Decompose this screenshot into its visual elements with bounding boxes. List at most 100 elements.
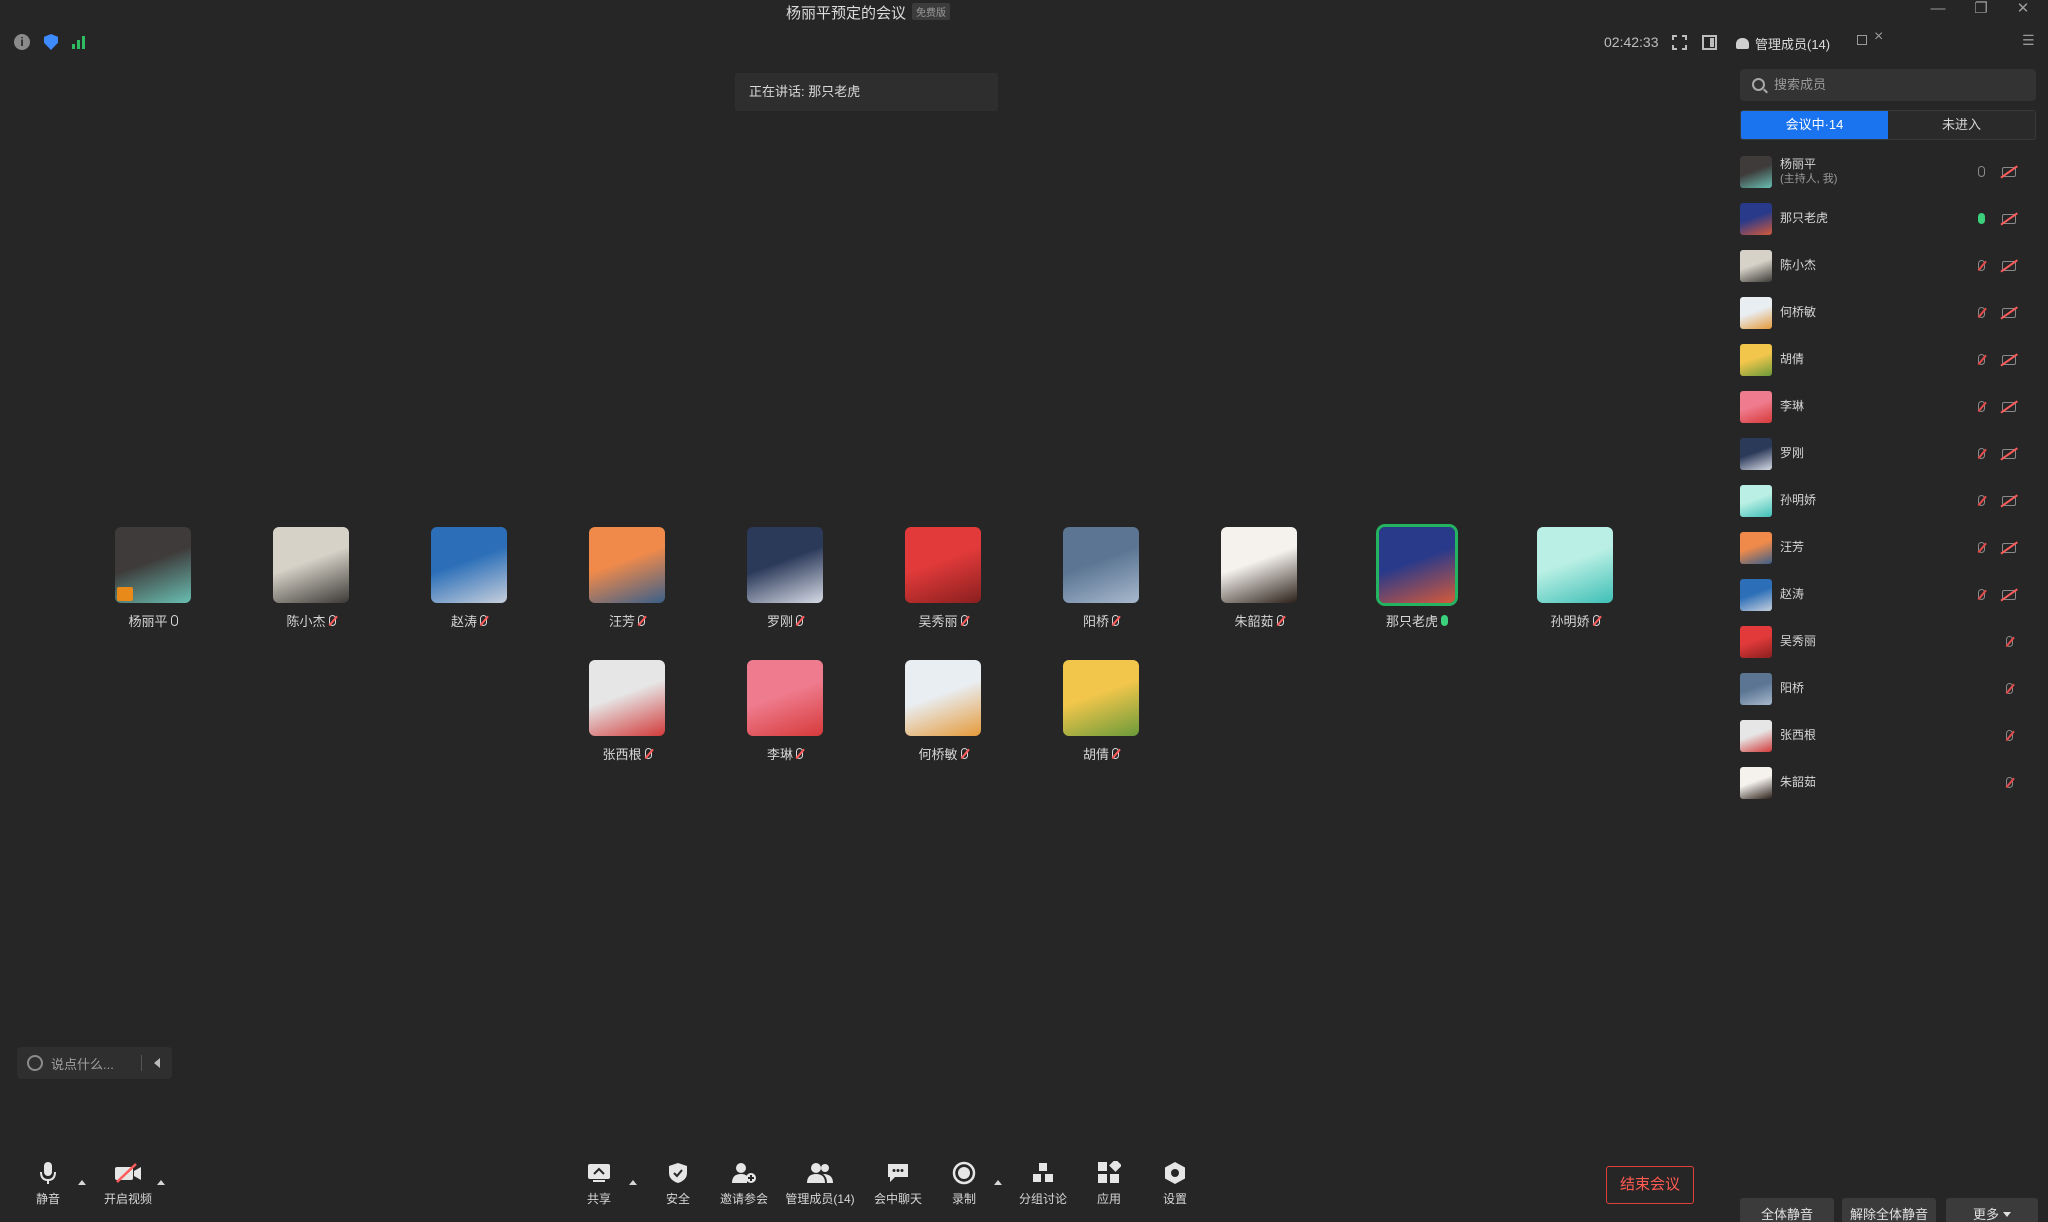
- mute-all-button[interactable]: 全体静音: [1740, 1198, 1834, 1222]
- network-signal-icon[interactable]: [72, 35, 85, 49]
- mute-button[interactable]: 静音: [10, 1160, 86, 1207]
- camera-off-icon[interactable]: [2002, 261, 2016, 271]
- chat-input[interactable]: 说点什么...: [17, 1047, 172, 1079]
- camera-off-icon[interactable]: [2002, 590, 2016, 600]
- chat-button[interactable]: 会中聊天: [860, 1160, 936, 1207]
- member-row[interactable]: 李琳: [1740, 383, 2040, 430]
- microphone-icon[interactable]: [1978, 213, 1985, 224]
- camera-off-icon[interactable]: [2002, 308, 2016, 318]
- member-row[interactable]: 赵涛: [1740, 571, 2040, 618]
- record-options-caret[interactable]: [994, 1180, 1002, 1185]
- meeting-title: 杨丽平预定的会议 免费版: [0, 2, 1736, 23]
- camera-off-icon[interactable]: [2002, 167, 2016, 177]
- participant-name-row: 孙明娇: [1535, 611, 1615, 630]
- member-row[interactable]: 陈小杰: [1740, 242, 2040, 289]
- camera-off-icon[interactable]: [2002, 449, 2016, 459]
- mic-muted-icon[interactable]: [1978, 448, 1985, 459]
- end-meeting-button[interactable]: 结束会议: [1606, 1166, 1694, 1204]
- fullscreen-icon[interactable]: [1671, 34, 1688, 51]
- microphone-icon[interactable]: [1978, 166, 1985, 177]
- mic-muted-icon[interactable]: [2006, 730, 2013, 741]
- participant-tile[interactable]: 汪芳: [587, 527, 667, 630]
- members-icon: [1736, 38, 1749, 49]
- avatar: [747, 660, 823, 736]
- manage-label: 管理成员(14): [785, 1192, 855, 1206]
- mic-muted-icon[interactable]: [1978, 307, 1985, 318]
- participant-tile[interactable]: 孙明娇: [1535, 527, 1615, 630]
- mic-muted-icon[interactable]: [1978, 401, 1985, 412]
- participant-tile[interactable]: 吴秀丽: [903, 527, 983, 630]
- tab-in-meeting[interactable]: 会议中·14: [1741, 111, 1888, 139]
- member-row[interactable]: 吴秀丽: [1740, 618, 2040, 665]
- member-row[interactable]: 汪芳: [1740, 524, 2040, 571]
- member-name-block: 赵涛: [1780, 587, 1804, 602]
- member-row[interactable]: 何桥敏: [1740, 289, 2040, 336]
- record-button[interactable]: 录制: [926, 1160, 1002, 1207]
- participant-tile[interactable]: 那只老虎: [1377, 527, 1457, 630]
- security-shield-icon[interactable]: [44, 34, 58, 50]
- unmute-all-button[interactable]: 解除全体静音: [1842, 1198, 1936, 1222]
- collapse-chat-icon[interactable]: [154, 1058, 160, 1068]
- member-row[interactable]: 张西根: [1740, 712, 2040, 759]
- start-video-button[interactable]: 开启视频: [90, 1160, 166, 1207]
- member-name-block: 张西根: [1780, 728, 1816, 743]
- camera-off-icon[interactable]: [2002, 402, 2016, 412]
- participant-tile[interactable]: 张西根: [587, 660, 667, 763]
- panel-menu-icon[interactable]: ☰: [2022, 32, 2035, 49]
- info-icon[interactable]: i: [14, 34, 30, 50]
- close-panel-icon[interactable]: ×: [1874, 28, 1883, 46]
- member-search-input[interactable]: 搜索成员: [1740, 69, 2036, 101]
- participant-tile[interactable]: 阳桥: [1061, 527, 1141, 630]
- participant-tile[interactable]: 胡倩: [1061, 660, 1141, 763]
- participant-tile[interactable]: 赵涛: [429, 527, 509, 630]
- member-row[interactable]: 阳桥: [1740, 665, 2040, 712]
- camera-off-icon[interactable]: [2002, 496, 2016, 506]
- mic-muted-icon[interactable]: [1978, 589, 1985, 600]
- mic-muted-icon[interactable]: [1978, 542, 1985, 553]
- participant-name: 朱韶茹: [1234, 614, 1274, 629]
- security-button[interactable]: 安全: [640, 1160, 716, 1207]
- manage-members-button[interactable]: 管理成员(14): [782, 1160, 858, 1207]
- participant-tile[interactable]: 罗刚: [745, 527, 825, 630]
- mic-muted-icon[interactable]: [2006, 777, 2013, 788]
- settings-button[interactable]: 设置: [1137, 1160, 1213, 1207]
- invite-button[interactable]: 邀请参会: [706, 1160, 782, 1207]
- camera-off-icon[interactable]: [2002, 214, 2016, 224]
- mic-muted-icon[interactable]: [1978, 495, 1985, 506]
- layout-toggle-icon[interactable]: [1702, 35, 1717, 50]
- camera-off-icon[interactable]: [2002, 543, 2016, 553]
- share-options-caret[interactable]: [629, 1180, 637, 1185]
- member-row[interactable]: 那只老虎: [1740, 195, 2040, 242]
- restore-button[interactable]: ❐: [1966, 0, 1996, 18]
- camera-off-icon[interactable]: [2002, 355, 2016, 365]
- minimize-button[interactable]: —: [1923, 0, 1953, 18]
- mic-muted-icon[interactable]: [2006, 636, 2013, 647]
- more-button[interactable]: 更多: [1946, 1198, 2038, 1222]
- member-row[interactable]: 朱韶茹: [1740, 759, 2040, 806]
- avatar: [1740, 531, 1772, 564]
- audio-options-caret[interactable]: [78, 1180, 86, 1185]
- apps-button[interactable]: 应用: [1071, 1160, 1147, 1207]
- member-row[interactable]: 孙明娇: [1740, 477, 2040, 524]
- tab-not-joined[interactable]: 未进入: [1888, 111, 2035, 139]
- breakout-button[interactable]: 分组讨论: [1005, 1160, 1081, 1207]
- participant-tile[interactable]: 李琳: [745, 660, 825, 763]
- mic-muted-icon[interactable]: [1978, 260, 1985, 271]
- participant-tile[interactable]: 朱韶茹: [1219, 527, 1299, 630]
- mic-muted-icon[interactable]: [1978, 354, 1985, 365]
- member-name: 张西根: [1780, 728, 1817, 742]
- participant-tile[interactable]: 何桥敏: [903, 660, 983, 763]
- participant-tile[interactable]: 陈小杰: [271, 527, 351, 630]
- member-row[interactable]: 胡倩: [1740, 336, 2040, 383]
- mic-muted-icon[interactable]: [2006, 683, 2013, 694]
- video-options-caret[interactable]: [157, 1180, 165, 1185]
- share-button[interactable]: 共享: [561, 1160, 637, 1207]
- participant-tile[interactable]: 杨丽平: [113, 527, 193, 630]
- participant-name: 孙明娇: [1550, 614, 1590, 629]
- emoji-icon[interactable]: [27, 1055, 43, 1071]
- member-row[interactable]: 罗刚: [1740, 430, 2040, 477]
- mic-muted-icon: [328, 615, 336, 626]
- close-window-button[interactable]: ✕: [2008, 0, 2038, 18]
- popout-icon[interactable]: [1857, 35, 1867, 45]
- member-row[interactable]: 杨丽平 (主持人, 我): [1740, 148, 2040, 195]
